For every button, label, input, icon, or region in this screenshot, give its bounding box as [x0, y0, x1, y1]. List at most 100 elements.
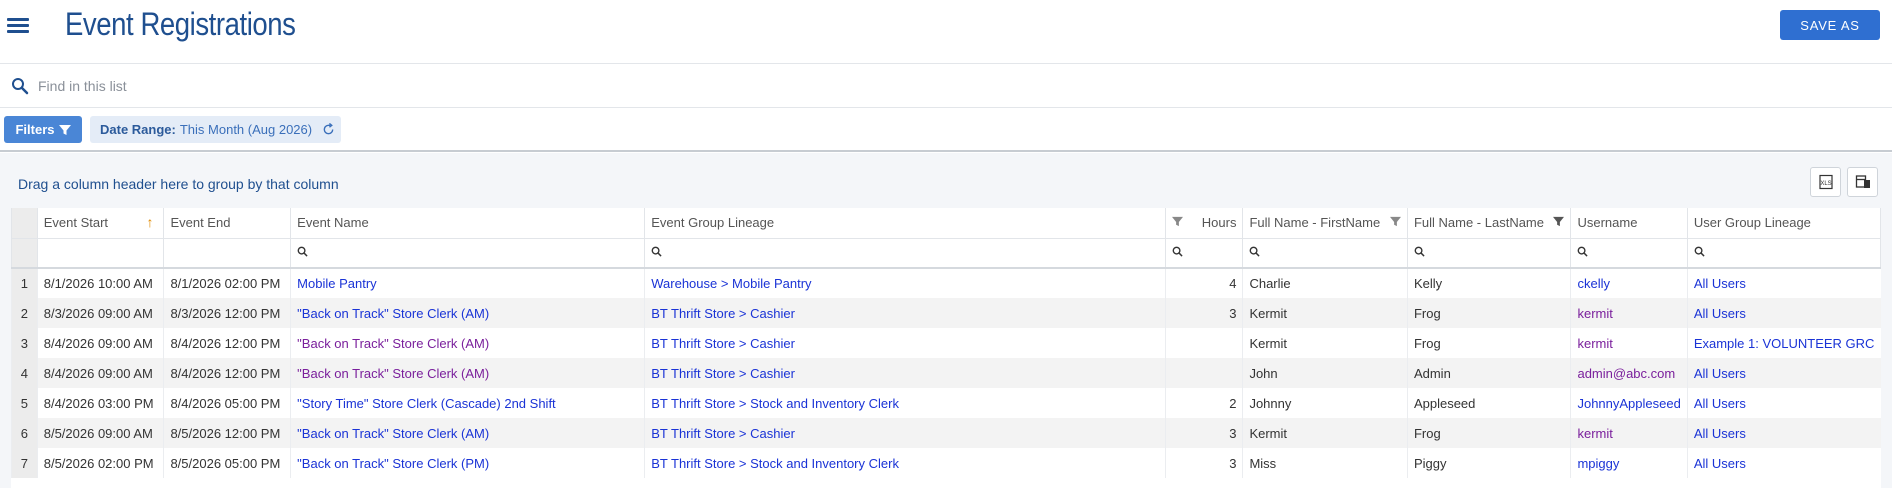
search-icon — [651, 246, 662, 257]
column-header-username[interactable]: Username — [1570, 208, 1688, 239]
header-label: Full Name - LastName — [1413, 215, 1544, 231]
cell-event-end: 8/1/2026 02:00 PM — [163, 268, 291, 298]
cell-user-group-lineage-link[interactable]: All Users — [1686, 298, 1881, 328]
cell-user-group-lineage-link[interactable]: All Users — [1686, 358, 1881, 388]
cell-event-group-lineage-link[interactable]: BT Thrift Store > Stock and Inventory Cl… — [644, 448, 1166, 478]
filters-button[interactable]: Filters — [4, 116, 82, 143]
filter-cell-last-name[interactable] — [1406, 237, 1572, 269]
column-chooser-button[interactable] — [1847, 167, 1878, 197]
row-number: 7 — [11, 448, 38, 478]
column-header-last-name[interactable]: Full Name - LastName — [1406, 208, 1572, 239]
cell-hours — [1164, 328, 1243, 358]
cell-event-start: 8/3/2026 09:00 AM — [36, 298, 164, 328]
cell-event-name-link[interactable]: Mobile Pantry — [290, 268, 645, 298]
cell-event-end: 8/4/2026 05:00 PM — [163, 388, 291, 418]
search-icon — [12, 78, 29, 95]
cell-user-group-lineage-link[interactable]: All Users — [1686, 268, 1881, 298]
cell-last-name: Admin — [1406, 358, 1571, 388]
column-header-user-group-lineage[interactable]: User Group Lineage — [1686, 208, 1881, 239]
column-filter-icon[interactable] — [1389, 216, 1401, 227]
cell-event-end: 8/4/2026 12:00 PM — [163, 358, 291, 388]
row-number: 6 — [11, 418, 38, 448]
cell-event-name-link[interactable]: "Story Time" Store Clerk (Cascade) 2nd S… — [290, 388, 645, 418]
cell-event-start: 8/4/2026 09:00 AM — [36, 328, 164, 358]
column-filter-active-icon[interactable] — [1553, 216, 1565, 227]
excel-icon: XLS — [1818, 174, 1833, 190]
cell-username-link[interactable]: JohnnyAppleseed — [1570, 388, 1688, 418]
cell-event-group-lineage-link[interactable]: BT Thrift Store > Stock and Inventory Cl… — [644, 388, 1166, 418]
column-header-event-start[interactable]: Event Start ↑ — [36, 208, 165, 239]
cell-first-name: Kermit — [1242, 418, 1408, 448]
cell-event-end: 8/5/2026 12:00 PM — [163, 418, 291, 448]
cell-last-name: Piggy — [1406, 448, 1571, 478]
column-header-event-group-lineage[interactable]: Event Group Lineage — [644, 208, 1166, 239]
save-as-button[interactable]: SAVE AS — [1780, 10, 1880, 40]
column-header-event-end[interactable]: Event End — [163, 208, 292, 239]
search-input[interactable] — [38, 75, 638, 97]
filters-button-label: Filters — [15, 122, 55, 137]
cell-last-name: Frog — [1406, 298, 1571, 328]
cell-username-link[interactable]: kermit — [1570, 418, 1688, 448]
cell-event-name-link[interactable]: "Back on Track" Store Clerk (PM) — [290, 448, 645, 478]
page-title: Event Registrations — [65, 6, 296, 42]
column-header-hours[interactable]: Hours — [1164, 208, 1244, 239]
column-header-event-name[interactable]: Event Name — [290, 208, 646, 239]
cell-hours: 3 — [1164, 448, 1243, 478]
cell-username-link[interactable]: admin@abc.com — [1570, 358, 1688, 388]
cell-event-group-lineage-link[interactable]: Warehouse > Mobile Pantry — [644, 268, 1166, 298]
search-icon — [1578, 246, 1589, 257]
table-row[interactable]: 2 8/3/2026 09:00 AM 8/3/2026 12:00 PM "B… — [11, 298, 1881, 328]
filter-cell-event-group-lineage[interactable] — [644, 237, 1166, 269]
cell-event-end: 8/3/2026 12:00 PM — [163, 298, 291, 328]
sort-ascending-icon: ↑ — [146, 214, 154, 230]
cell-event-group-lineage-link[interactable]: BT Thrift Store > Cashier — [644, 358, 1166, 388]
date-range-chip[interactable]: Date Range: This Month (Aug 2026) — [90, 116, 341, 143]
data-grid: Event Start ↑ Event End Event Name Event … — [11, 208, 1881, 488]
filter-cell-event-name[interactable] — [290, 237, 646, 269]
table-row[interactable]: 7 8/5/2026 02:00 PM 8/5/2026 05:00 PM "B… — [11, 448, 1881, 478]
cell-event-name-link[interactable]: "Back on Track" Store Clerk (AM) — [290, 358, 645, 388]
cell-event-name-link[interactable]: "Back on Track" Store Clerk (AM) — [290, 418, 645, 448]
cell-user-group-lineage-link[interactable]: All Users — [1686, 448, 1881, 478]
menu-icon[interactable] — [6, 13, 30, 37]
cell-username-link[interactable]: kermit — [1570, 298, 1688, 328]
table-row[interactable]: 6 8/5/2026 09:00 AM 8/5/2026 12:00 PM "B… — [11, 418, 1881, 448]
cell-event-name-link[interactable]: "Back on Track" Store Clerk (AM) — [290, 328, 645, 358]
cell-username-link[interactable]: mpiggy — [1570, 448, 1688, 478]
filter-cell-username[interactable] — [1570, 237, 1688, 269]
cell-event-end: 8/5/2026 05:00 PM — [163, 448, 291, 478]
row-number: 2 — [11, 298, 38, 328]
cell-event-group-lineage-link[interactable]: BT Thrift Store > Cashier — [644, 328, 1166, 358]
column-header-first-name[interactable]: Full Name - FirstName — [1242, 208, 1408, 239]
row-number: 5 — [11, 388, 38, 418]
reset-icon[interactable] — [322, 123, 335, 136]
cell-event-start: 8/1/2026 10:00 AM — [36, 268, 164, 298]
header-label: Event End — [170, 215, 231, 231]
filter-cell-event-start[interactable] — [36, 237, 165, 269]
cell-event-name-link[interactable]: "Back on Track" Store Clerk (AM) — [290, 298, 645, 328]
cell-first-name: Charlie — [1242, 268, 1408, 298]
cell-event-group-lineage-link[interactable]: BT Thrift Store > Cashier — [644, 298, 1166, 328]
cell-user-group-lineage-link[interactable]: All Users — [1686, 418, 1881, 448]
table-row[interactable]: 1 8/1/2026 10:00 AM 8/1/2026 02:00 PM Mo… — [11, 268, 1881, 298]
column-filter-icon[interactable] — [1171, 216, 1183, 227]
cell-hours — [1164, 358, 1243, 388]
cell-event-group-lineage-link[interactable]: BT Thrift Store > Cashier — [644, 418, 1166, 448]
filter-cell-event-end[interactable] — [163, 237, 292, 269]
cell-username-link[interactable]: kermit — [1570, 328, 1688, 358]
table-row[interactable]: 4 8/4/2026 09:00 AM 8/4/2026 12:00 PM "B… — [11, 358, 1881, 388]
cell-last-name: Frog — [1406, 418, 1571, 448]
cell-hours: 2 — [1164, 388, 1243, 418]
filter-cell-first-name[interactable] — [1242, 237, 1408, 269]
cell-user-group-lineage-link[interactable]: Example 1: VOLUNTEER GRC — [1686, 328, 1881, 358]
cell-user-group-lineage-link[interactable]: All Users — [1686, 388, 1881, 418]
filter-cell-hours[interactable] — [1164, 237, 1244, 269]
table-row[interactable]: 5 8/4/2026 03:00 PM 8/4/2026 05:00 PM "S… — [11, 388, 1881, 418]
table-row[interactable]: 3 8/4/2026 09:00 AM 8/4/2026 12:00 PM "B… — [11, 328, 1881, 358]
cell-first-name: Johnny — [1242, 388, 1408, 418]
header-label: Event Group Lineage — [651, 215, 775, 231]
cell-username-link[interactable]: ckelly — [1570, 268, 1688, 298]
filter-cell-user-group-lineage[interactable] — [1686, 237, 1881, 269]
header-label: Hours — [1201, 215, 1237, 231]
export-excel-button[interactable]: XLS — [1810, 167, 1841, 197]
